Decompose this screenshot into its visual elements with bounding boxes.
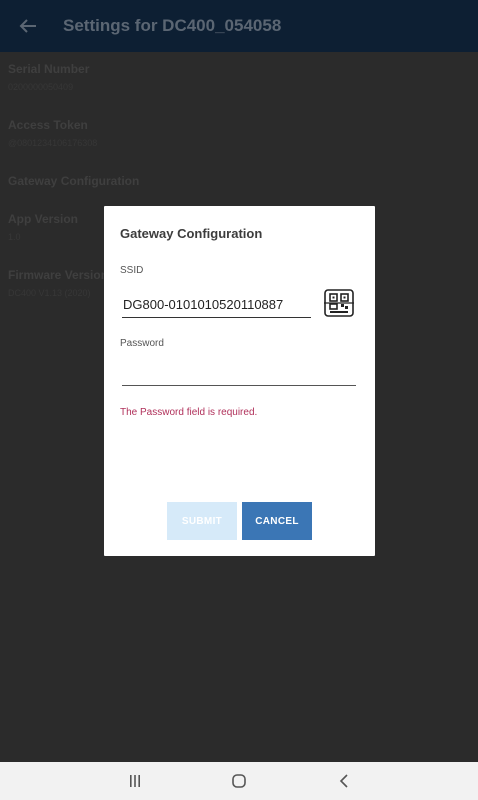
setting-value: DC400 V1.13 (2020) xyxy=(8,288,91,298)
arrow-left-icon xyxy=(19,19,36,33)
setting-label: Access Token xyxy=(8,118,88,132)
submit-button[interactable]: SUBMIT xyxy=(167,502,237,540)
setting-label: App Version xyxy=(8,212,79,226)
home-icon xyxy=(232,774,246,788)
password-label: Password xyxy=(120,338,164,349)
ssid-label: SSID xyxy=(120,265,144,276)
setting-firmware-version[interactable]: Firmware Version DC400 V1.13 (2020) xyxy=(8,268,108,298)
setting-label: Gateway Configuration xyxy=(8,174,140,188)
setting-label: Serial Number xyxy=(8,62,90,76)
qr-scan-icon xyxy=(324,289,354,317)
setting-app-version[interactable]: App Version 1.0 xyxy=(8,212,78,242)
recents-icon xyxy=(130,775,140,787)
page-title: Settings for DC400_054058 xyxy=(63,16,282,35)
setting-value: 0200000050409 xyxy=(8,82,74,92)
setting-value: 1.0 xyxy=(8,232,21,242)
gateway-config-dialog: Gateway Configuration SSID Password The … xyxy=(104,206,375,556)
cancel-button[interactable]: CANCEL xyxy=(242,502,312,540)
dialog-title: Gateway Configuration xyxy=(120,226,263,241)
setting-value: @0801234106176308 xyxy=(8,138,98,148)
scan-qr-button[interactable] xyxy=(323,288,355,318)
home-button[interactable] xyxy=(214,762,264,800)
system-nav-bar xyxy=(0,762,478,800)
setting-gateway-configuration[interactable]: Gateway Configuration xyxy=(8,174,139,188)
ssid-input[interactable] xyxy=(122,292,311,318)
setting-access-token[interactable]: Access Token @0801234106176308 xyxy=(8,118,97,148)
setting-serial-number[interactable]: Serial Number 0200000050409 xyxy=(8,62,89,92)
password-input[interactable] xyxy=(122,362,356,386)
app-bar: Settings for DC400_054058 xyxy=(0,0,478,52)
back-chevron-icon xyxy=(339,774,348,788)
setting-label: Firmware Version xyxy=(8,268,109,282)
nav-back-button[interactable] xyxy=(319,762,369,800)
back-button[interactable] xyxy=(0,0,56,52)
password-error-message: The Password field is required. xyxy=(120,407,258,418)
recents-button[interactable] xyxy=(110,762,160,800)
